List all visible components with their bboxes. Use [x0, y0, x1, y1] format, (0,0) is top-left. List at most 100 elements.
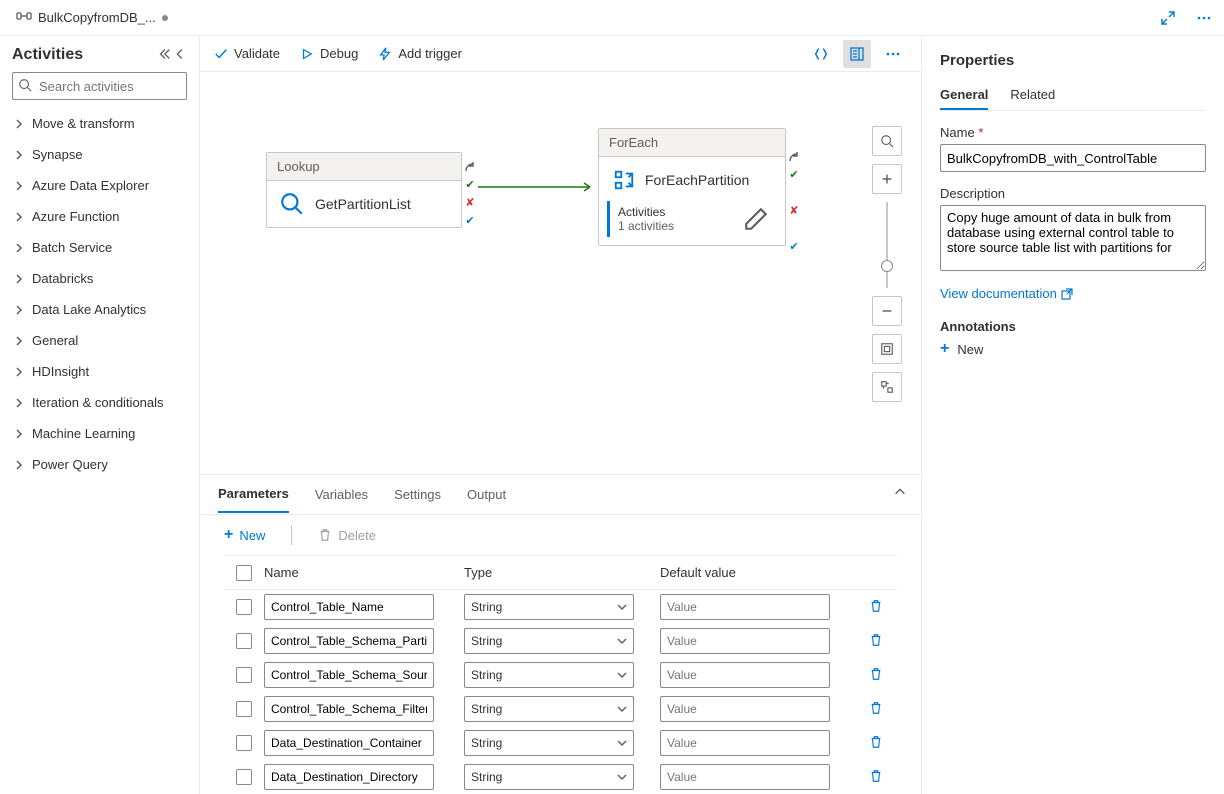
activity-category[interactable]: Machine Learning [12, 418, 187, 449]
activity-category[interactable]: Azure Function [12, 201, 187, 232]
collapse-panel-icon[interactable] [173, 47, 187, 64]
properties-panel: Properties General Related Name * Descri… [922, 36, 1224, 794]
param-name-input[interactable] [264, 730, 434, 756]
parameter-row: String [224, 658, 897, 692]
param-type-select[interactable]: String [464, 764, 634, 790]
delete-row-icon[interactable] [869, 769, 883, 786]
debug-button[interactable]: Debug [300, 46, 358, 61]
activities-panel: Activities Move & transformSynapseAzure … [0, 36, 200, 794]
zoom-fit-button[interactable] [872, 334, 902, 364]
lookup-activity[interactable]: Lookup GetPartitionList [266, 152, 462, 228]
activity-category[interactable]: Synapse [12, 139, 187, 170]
param-value-input[interactable] [660, 696, 830, 722]
param-value-input[interactable] [660, 594, 830, 620]
activity-category[interactable]: HDInsight [12, 356, 187, 387]
pipeline-icon [16, 8, 32, 27]
activity-category[interactable]: Move & transform [12, 108, 187, 139]
activity-category[interactable]: General [12, 325, 187, 356]
zoom-in-button[interactable] [872, 164, 902, 194]
foreach-activities-row[interactable]: Activities 1 activities [607, 201, 777, 237]
zoom-reset-button[interactable] [872, 372, 902, 402]
new-annotation-button[interactable]: + New [940, 340, 1206, 358]
activity-category[interactable]: Data Lake Analytics [12, 294, 187, 325]
lookup-title: GetPartitionList [315, 196, 411, 212]
zoom-out-button[interactable] [872, 296, 902, 326]
row-checkbox[interactable] [236, 633, 252, 649]
delete-row-icon[interactable] [869, 633, 883, 650]
tab-variables[interactable]: Variables [315, 477, 368, 512]
row-checkbox[interactable] [236, 667, 252, 683]
new-parameter-button[interactable]: + New [224, 526, 265, 544]
unsaved-indicator-icon [162, 15, 168, 21]
lookup-header: Lookup [267, 153, 461, 181]
tab-strip: BulkCopyfromDB_... [0, 0, 1224, 36]
tab-settings[interactable]: Settings [394, 477, 441, 512]
param-name-input[interactable] [264, 696, 434, 722]
search-input[interactable] [12, 72, 187, 100]
param-type-select[interactable]: String [464, 730, 634, 756]
properties-tab-general[interactable]: General [940, 81, 988, 110]
row-checkbox[interactable] [236, 769, 252, 785]
activity-category[interactable]: Azure Data Explorer [12, 170, 187, 201]
code-view-icon[interactable] [807, 40, 835, 68]
col-type: Type [464, 565, 660, 580]
collapse-all-icon[interactable] [157, 47, 171, 64]
foreach-output-markers: ✔ ✘ ✔ [788, 150, 800, 254]
add-trigger-button[interactable]: Add trigger [378, 46, 462, 61]
param-name-input[interactable] [264, 594, 434, 620]
properties-toggle-icon[interactable] [843, 40, 871, 68]
lookup-icon [279, 191, 305, 217]
row-checkbox[interactable] [236, 701, 252, 717]
canvas-controls [871, 126, 903, 402]
activity-category[interactable]: Iteration & conditionals [12, 387, 187, 418]
param-type-select[interactable]: String [464, 594, 634, 620]
properties-tab-related[interactable]: Related [1010, 81, 1055, 110]
zoom-search-button[interactable] [872, 126, 902, 156]
row-checkbox[interactable] [236, 735, 252, 751]
tab-more-icon[interactable] [1192, 6, 1216, 30]
lookup-output-markers: ✔ ✘ ✔ [464, 160, 476, 228]
param-name-input[interactable] [264, 662, 434, 688]
tab-title: BulkCopyfromDB_... [38, 10, 156, 25]
collapse-bottom-icon[interactable] [893, 485, 907, 502]
param-value-input[interactable] [660, 764, 830, 790]
expand-icon[interactable] [1156, 6, 1180, 30]
param-value-input[interactable] [660, 628, 830, 654]
delete-row-icon[interactable] [869, 735, 883, 752]
search-icon [18, 78, 32, 92]
parameter-row: String [224, 590, 897, 624]
activity-category[interactable]: Databricks [12, 263, 187, 294]
pipeline-tab[interactable]: BulkCopyfromDB_... [8, 4, 176, 31]
validate-button[interactable]: Validate [214, 46, 280, 61]
row-checkbox[interactable] [236, 599, 252, 615]
param-type-select[interactable]: String [464, 662, 634, 688]
foreach-title: ForEachPartition [645, 172, 749, 188]
param-name-input[interactable] [264, 628, 434, 654]
foreach-icon [613, 169, 635, 191]
pipeline-name-input[interactable] [940, 144, 1206, 172]
pipeline-toolbar: Validate Debug Add trigger [200, 36, 921, 72]
delete-row-icon[interactable] [869, 701, 883, 718]
param-type-select[interactable]: String [464, 696, 634, 722]
delete-row-icon[interactable] [869, 667, 883, 684]
activity-category[interactable]: Power Query [12, 449, 187, 480]
param-name-input[interactable] [264, 764, 434, 790]
view-documentation-link[interactable]: View documentation [940, 286, 1073, 301]
param-type-select[interactable]: String [464, 628, 634, 654]
zoom-slider[interactable] [886, 202, 888, 288]
toolbar-more-icon[interactable] [879, 40, 907, 68]
bottom-panel: Parameters Variables Settings Output + N… [200, 474, 921, 794]
param-value-input[interactable] [660, 730, 830, 756]
param-value-input[interactable] [660, 662, 830, 688]
col-name: Name [264, 565, 464, 580]
select-all-checkbox[interactable] [236, 565, 252, 581]
foreach-header: ForEach [599, 129, 785, 157]
tab-parameters[interactable]: Parameters [218, 476, 289, 513]
activity-category[interactable]: Batch Service [12, 232, 187, 263]
pipeline-description-input[interactable] [940, 205, 1206, 271]
edit-icon[interactable] [743, 206, 769, 232]
parameter-row: String [224, 692, 897, 726]
foreach-activity[interactable]: ForEach ForEachPartition Activities 1 ac… [598, 128, 786, 246]
delete-row-icon[interactable] [869, 599, 883, 616]
tab-output[interactable]: Output [467, 477, 506, 512]
